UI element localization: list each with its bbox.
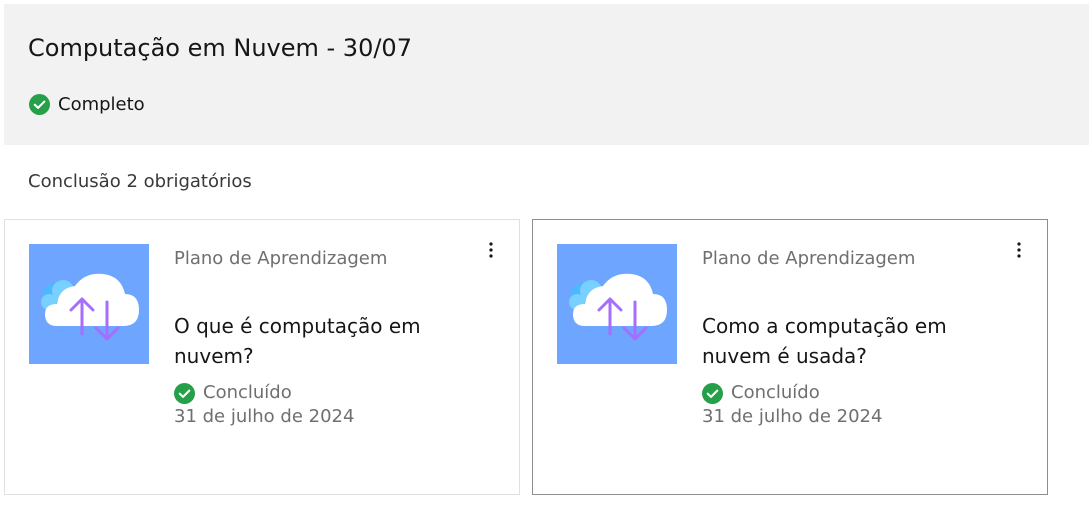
- card-date: 31 de julho de 2024: [174, 406, 355, 427]
- checkmark-filled-icon: [174, 382, 195, 404]
- card-title[interactable]: Como a computação em nuvem é usada?: [702, 311, 1002, 371]
- checkmark-filled-icon: [29, 94, 50, 115]
- cloud-transfer-icon: [557, 244, 677, 364]
- cloud-transfer-icon: [29, 244, 149, 364]
- card-status: Concluído: [174, 380, 292, 406]
- page-title: Computação em Nuvem - 30/07: [28, 34, 412, 62]
- section-label: Conclusão 2 obrigatórios: [28, 171, 252, 192]
- card-status-label: Concluído: [203, 382, 292, 403]
- checkmark-filled-icon: [702, 382, 723, 404]
- completion-status: Completo: [29, 94, 145, 115]
- status-label: Completo: [58, 94, 145, 115]
- page-header: Computação em Nuvem - 30/07 Completo: [4, 4, 1089, 145]
- learning-plan-card[interactable]: Plano de Aprendizagem Como a computação …: [532, 219, 1048, 495]
- learning-plan-card[interactable]: Plano de Aprendizagem O que é computação…: [4, 219, 520, 495]
- card-title[interactable]: O que é computação em nuvem?: [174, 311, 474, 371]
- overflow-menu-button[interactable]: [479, 238, 503, 262]
- overflow-menu-button[interactable]: [1007, 238, 1031, 262]
- card-status: Concluído: [702, 380, 820, 406]
- card-thumbnail: [557, 244, 677, 364]
- overflow-menu-vertical-icon: [489, 242, 493, 258]
- card-status-label: Concluído: [731, 382, 820, 403]
- overflow-menu-vertical-icon: [1017, 242, 1021, 258]
- card-type: Plano de Aprendizagem: [174, 248, 388, 269]
- card-type: Plano de Aprendizagem: [702, 248, 916, 269]
- card-date: 31 de julho de 2024: [702, 406, 883, 427]
- card-thumbnail: [29, 244, 149, 364]
